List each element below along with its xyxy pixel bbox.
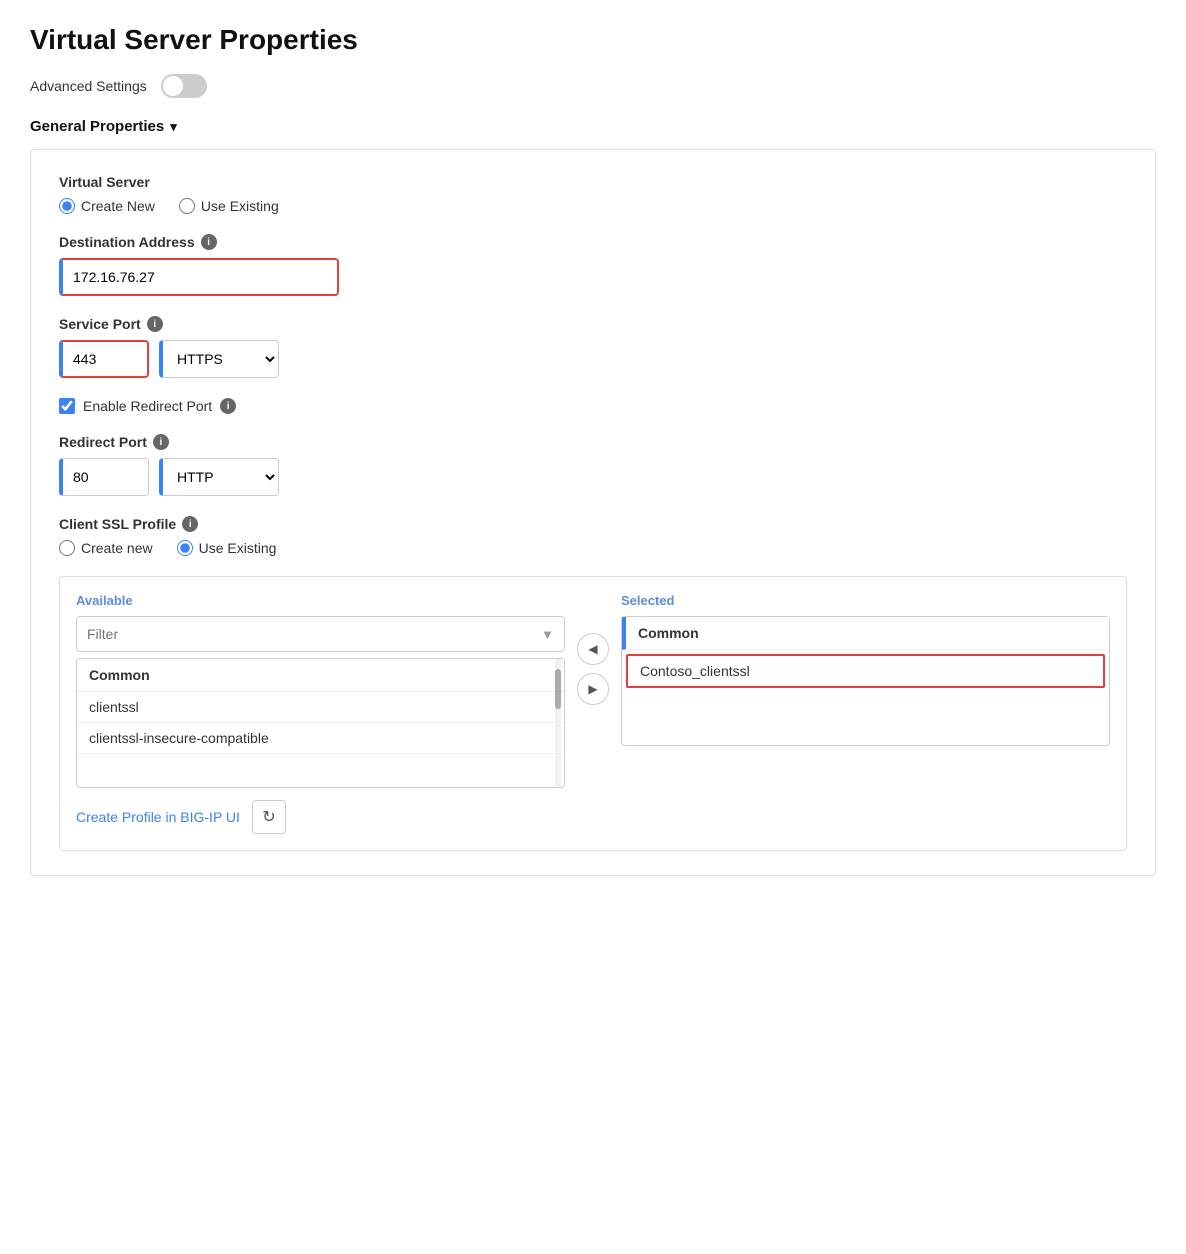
service-port-label: Service Port i (59, 316, 1127, 332)
refresh-icon: ↻ (262, 807, 275, 827)
filter-row: ▼ (76, 616, 565, 652)
page-title: Virtual Server Properties (30, 24, 1156, 56)
enable-redirect-port-checkbox[interactable] (59, 398, 75, 414)
selected-panel-label: Selected (621, 593, 1110, 608)
client-ssl-profile-radio-group: Create new Use Existing (59, 540, 1127, 556)
advanced-settings-label: Advanced Settings (30, 78, 147, 94)
filter-icon: ▼ (531, 627, 564, 642)
available-list-box: Common clientssl clientssl-insecure-comp… (76, 658, 565, 788)
service-port-group: Service Port i HTTPS HTTP TCP UDP (59, 316, 1127, 378)
list-item[interactable]: clientssl (77, 692, 564, 723)
destination-address-group: Destination Address i (59, 234, 1127, 296)
virtual-server-create-new[interactable]: Create New (59, 198, 155, 214)
virtual-server-label: Virtual Server (59, 174, 1127, 190)
list-item[interactable]: clientssl-insecure-compatible (77, 723, 564, 754)
advanced-settings-row: Advanced Settings (30, 74, 1156, 98)
client-ssl-profile-info-icon[interactable]: i (182, 516, 198, 532)
redirect-port-group: Redirect Port i HTTP HTTPS TCP (59, 434, 1127, 496)
selected-item[interactable]: Contoso_clientssl (626, 654, 1105, 688)
redirect-port-row: HTTP HTTPS TCP (59, 458, 1127, 496)
virtual-server-radio-group: Create New Use Existing (59, 198, 1127, 214)
virtual-server-group: Virtual Server Create New Use Existing (59, 174, 1127, 214)
refresh-button[interactable]: ↻ (252, 800, 286, 834)
available-panel-label: Available (76, 593, 565, 608)
available-group-header: Common (77, 659, 564, 692)
create-profile-link[interactable]: Create Profile in BIG-IP UI (76, 809, 240, 825)
move-right-button[interactable]: ▶ (577, 673, 609, 705)
general-properties-label: General Properties (30, 118, 164, 135)
arrow-buttons: ◀ ▶ (577, 593, 609, 705)
scrollbar[interactable] (554, 659, 562, 787)
filter-input[interactable] (77, 617, 531, 651)
destination-address-input[interactable] (59, 258, 339, 296)
enable-redirect-port-info-icon[interactable]: i (220, 398, 236, 414)
virtual-server-use-existing[interactable]: Use Existing (179, 198, 279, 214)
client-ssl-use-existing[interactable]: Use Existing (177, 540, 277, 556)
service-port-protocol-select[interactable]: HTTPS HTTP TCP UDP (159, 340, 279, 378)
advanced-settings-toggle[interactable] (161, 74, 207, 98)
dual-list-container: Available ▼ Common clientssl clientssl-i… (59, 576, 1127, 851)
service-port-input[interactable] (59, 340, 149, 378)
redirect-port-input[interactable] (59, 458, 149, 496)
client-ssl-profile-group: Client SSL Profile i Create new Use Exis… (59, 516, 1127, 556)
enable-redirect-port-label: Enable Redirect Port (83, 398, 212, 414)
destination-address-info-icon[interactable]: i (201, 234, 217, 250)
bottom-row: Create Profile in BIG-IP UI ↻ (76, 800, 1110, 834)
enable-redirect-port-row: Enable Redirect Port i (59, 398, 1127, 414)
dual-list-row: Available ▼ Common clientssl clientssl-i… (76, 593, 1110, 788)
selected-group-header: Common (622, 617, 1109, 650)
service-port-info-icon[interactable]: i (147, 316, 163, 332)
general-properties-header[interactable]: General Properties ▾ (30, 118, 1156, 135)
destination-address-input-wrapper (59, 258, 1127, 296)
client-ssl-profile-label: Client SSL Profile i (59, 516, 1127, 532)
move-left-button[interactable]: ◀ (577, 633, 609, 665)
client-ssl-create-new[interactable]: Create new (59, 540, 153, 556)
selected-panel: Selected Common Contoso_clientssl (621, 593, 1110, 746)
destination-address-label: Destination Address i (59, 234, 1127, 250)
main-card: Virtual Server Create New Use Existing D… (30, 149, 1156, 876)
selected-list-box: Common Contoso_clientssl (621, 616, 1110, 746)
redirect-port-label: Redirect Port i (59, 434, 1127, 450)
redirect-port-info-icon[interactable]: i (153, 434, 169, 450)
service-port-row: HTTPS HTTP TCP UDP (59, 340, 1127, 378)
redirect-port-protocol-select[interactable]: HTTP HTTPS TCP (159, 458, 279, 496)
available-panel: Available ▼ Common clientssl clientssl-i… (76, 593, 565, 788)
general-properties-arrow: ▾ (170, 119, 177, 135)
